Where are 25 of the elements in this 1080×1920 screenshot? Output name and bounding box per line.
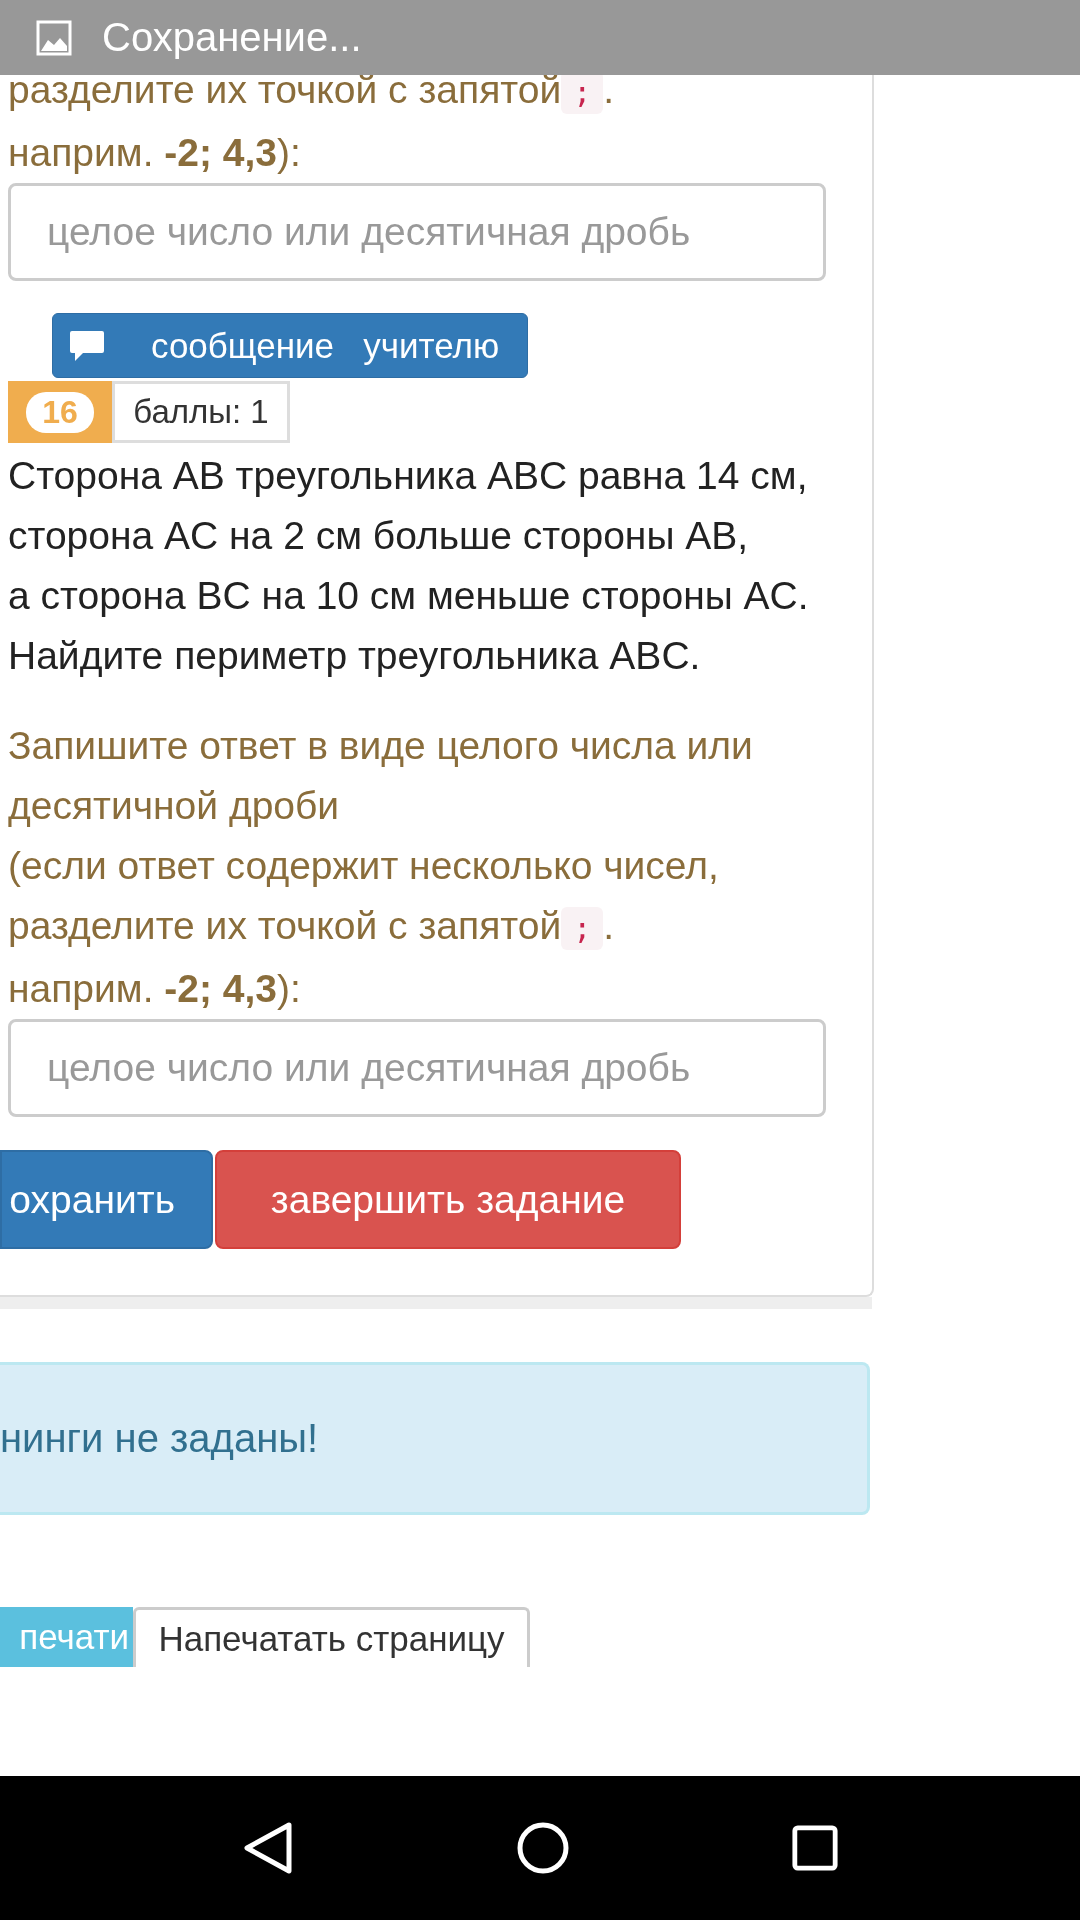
punctuation: . [603,904,615,947]
instruction-text: разделите их точкой с запятой [8,68,562,111]
save-button[interactable]: охранить [0,1150,213,1249]
alert-text: нинги не заданы! [0,1416,319,1461]
speech-bubble-icon [69,328,105,363]
example-text: наприм. -2; 4,3): [8,967,301,1010]
example-text: наприм. -2; 4,3): [8,131,301,174]
notification-title: Сохранение... [102,15,362,60]
image-icon [36,19,72,56]
code-snippet: ; [561,907,604,950]
problem-text: а сторона BC на 10 см меньше стороны AC. [8,573,810,619]
points-label: баллы: 1 [112,381,290,443]
instruction-note: (если ответ содержит несколько чисел, [8,843,720,889]
instruction-note: разделите их точкой с запятой [8,904,562,947]
finish-button[interactable]: завершить задание [215,1150,681,1249]
answer-field[interactable]: целое число или десятичная дробь [8,183,826,281]
punctuation: . [603,68,615,111]
answer-field[interactable]: целое число или десятичная дробь [8,1019,826,1117]
instruction-text: Запишите ответ в виде целого числа или десятичной дроби [8,723,754,829]
print-page-button[interactable]: Напечатать страницу [133,1607,530,1667]
problem-text: Найдите периметр треугольника ABC. [8,633,702,679]
recents-icon[interactable] [791,1824,840,1872]
task-number: 16 [26,391,94,433]
home-icon[interactable] [516,1821,570,1875]
message-teacher-button[interactable]: сообщение учителю [52,313,528,378]
